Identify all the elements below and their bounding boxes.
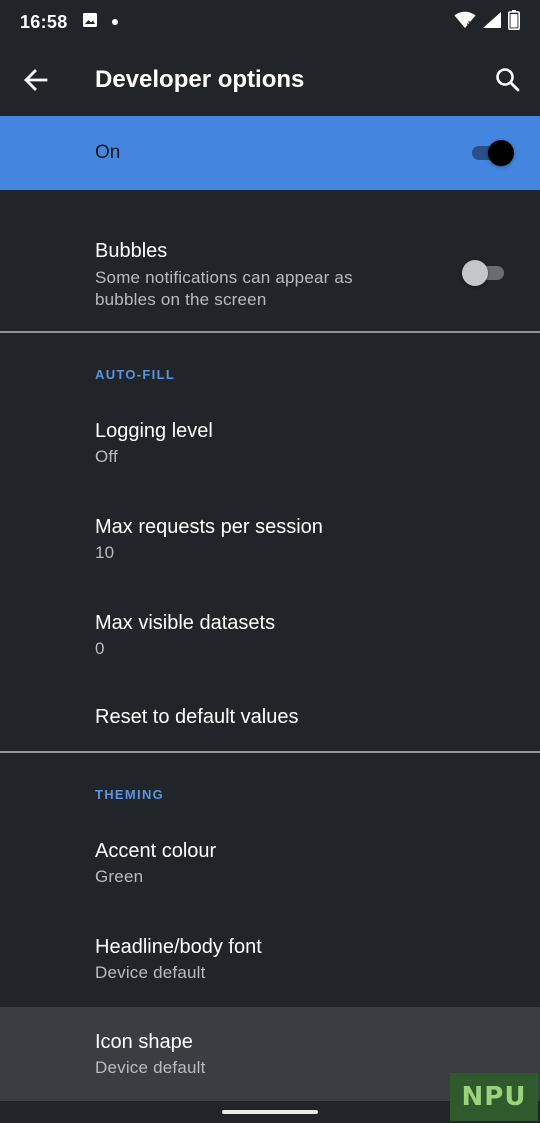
image-icon bbox=[82, 12, 98, 33]
bubbles-row[interactable]: Bubbles Some notifications can appear as… bbox=[0, 210, 540, 330]
section-divider bbox=[0, 751, 540, 753]
section-divider bbox=[0, 331, 540, 333]
logging-level-summary: Off bbox=[95, 447, 118, 466]
arrow-back-icon[interactable] bbox=[22, 66, 50, 94]
category-theming: THEMING bbox=[95, 787, 165, 802]
page-title: Developer options bbox=[95, 66, 305, 93]
notification-dot-icon bbox=[111, 19, 118, 25]
watermark-text: NPU bbox=[461, 1082, 527, 1112]
icon-shape-summary: Device default bbox=[95, 1058, 206, 1077]
status-bar: 16:58 4 bbox=[0, 0, 540, 44]
accent-colour-summary: Green bbox=[95, 867, 144, 886]
max-requests-title: Max requests per session bbox=[95, 516, 323, 538]
max-visible-datasets-title: Max visible datasets bbox=[95, 612, 276, 634]
master-switch-label: On bbox=[95, 142, 121, 163]
accent-colour-row[interactable]: Accent colour Green bbox=[0, 820, 540, 916]
max-requests-summary: 10 bbox=[95, 543, 115, 562]
max-visible-datasets-row[interactable]: Max visible datasets 0 bbox=[0, 592, 540, 688]
switch-thumb bbox=[488, 140, 514, 166]
battery-icon bbox=[508, 9, 520, 35]
npu-watermark-logo: NPU bbox=[450, 1073, 538, 1121]
max-visible-datasets-summary: 0 bbox=[95, 639, 105, 658]
bubbles-toggle-switch[interactable] bbox=[462, 260, 504, 286]
status-time: 16:58 bbox=[20, 11, 68, 32]
max-requests-row[interactable]: Max requests per session 10 bbox=[0, 496, 540, 592]
logging-level-row[interactable]: Logging level Off bbox=[0, 400, 540, 496]
wifi-icon: 4 bbox=[454, 11, 476, 34]
bubbles-title: Bubbles bbox=[95, 240, 168, 262]
app-bar: Developer options bbox=[0, 44, 540, 116]
icon-shape-title: Icon shape bbox=[95, 1031, 193, 1053]
accent-colour-title: Accent colour bbox=[95, 840, 217, 862]
category-autofill: AUTO-FILL bbox=[95, 367, 176, 382]
bubbles-summary-line1: Some notifications can appear as bbox=[95, 268, 353, 287]
headline-body-font-summary: Device default bbox=[95, 963, 206, 982]
signal-icon bbox=[482, 11, 502, 34]
master-toggle-switch[interactable] bbox=[472, 140, 514, 166]
headline-body-font-row[interactable]: Headline/body font Device default bbox=[0, 916, 540, 1008]
headline-body-font-title: Headline/body font bbox=[95, 936, 262, 958]
svg-text:4: 4 bbox=[467, 20, 472, 28]
logging-level-title: Logging level bbox=[95, 420, 213, 442]
switch-thumb bbox=[462, 260, 488, 286]
gesture-nav-handle[interactable] bbox=[222, 1110, 318, 1114]
bubbles-summary-line2: bubbles on the screen bbox=[95, 290, 267, 309]
search-icon[interactable] bbox=[494, 66, 522, 94]
master-switch-row[interactable]: On bbox=[0, 116, 540, 190]
reset-defaults-row[interactable]: Reset to default values bbox=[0, 688, 540, 750]
reset-defaults-title: Reset to default values bbox=[95, 706, 299, 728]
